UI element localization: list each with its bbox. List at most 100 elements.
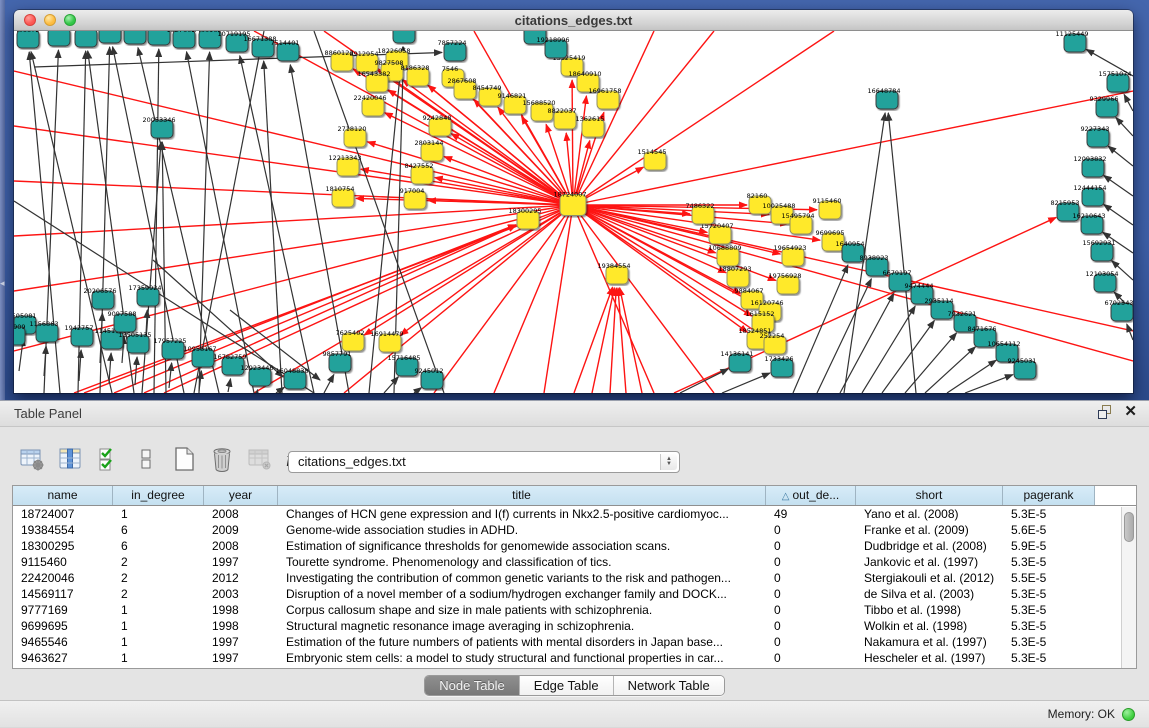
table-row[interactable]: 1872400712008Changes of HCN gene express…	[13, 506, 1136, 522]
selected-edge[interactable]	[494, 205, 573, 393]
edge[interactable]	[840, 293, 894, 393]
node-label: 15751074	[1098, 70, 1131, 78]
tab-network-table[interactable]: Network Table	[614, 676, 724, 695]
edge[interactable]	[965, 375, 1013, 393]
table-cell: 6	[113, 522, 204, 538]
network-canvas[interactable]: 1872400788601238912954182260589827508165…	[14, 31, 1133, 393]
table-row[interactable]: 1938455462009Genome-wide association stu…	[13, 522, 1136, 538]
edge[interactable]	[384, 377, 398, 393]
node-label: 2405572	[14, 31, 39, 34]
tab-node-table[interactable]: Node Table	[425, 676, 520, 695]
delete-columns-button[interactable]	[208, 445, 236, 473]
table-vertical-scrollbar[interactable]	[1121, 507, 1136, 668]
table-row[interactable]: 1456911722003Disruption of a novel membe…	[13, 586, 1136, 602]
edge[interactable]	[257, 390, 258, 393]
table-row[interactable]: 969969511998Structural magnetic resonanc…	[13, 618, 1136, 634]
table-row[interactable]: 1830029562008Estimation of significance …	[13, 538, 1136, 554]
selected-edge[interactable]	[574, 287, 613, 393]
node-label: 18226058	[377, 47, 410, 55]
node-label: 16543382	[357, 70, 390, 78]
table-cell: Estimation of the future numbers of pati…	[278, 634, 766, 650]
column-header-short[interactable]: short	[856, 486, 1003, 505]
edge[interactable]	[290, 65, 349, 393]
edge[interactable]	[947, 360, 996, 393]
close-panel-icon[interactable]: ✕	[1124, 405, 1137, 419]
node[interactable]	[393, 31, 415, 43]
column-header-out-de-[interactable]: △out_de...	[766, 486, 856, 505]
node[interactable]	[124, 31, 146, 44]
trash-icon	[209, 446, 235, 472]
edge[interactable]	[169, 363, 172, 388]
scrollbar-thumb[interactable]	[1124, 512, 1134, 542]
node-label: 1527602	[167, 31, 196, 34]
table-source-dropdown[interactable]: citations_edges.txt ▲▼	[288, 451, 680, 473]
node-table[interactable]: namein_degreeyeartitle△out_de...shortpag…	[12, 485, 1137, 669]
table-panel: Table Panel ✕	[0, 400, 1149, 700]
column-header-year[interactable]: year	[204, 486, 278, 505]
select-all-columns-button[interactable]	[94, 445, 122, 473]
edge[interactable]	[324, 374, 334, 393]
network-window-titlebar[interactable]: citations_edges.txt	[14, 10, 1133, 31]
node-label: 9884067	[735, 287, 764, 295]
table-cell: Jankovic et al. (1997)	[856, 554, 1003, 570]
edge[interactable]	[925, 347, 975, 393]
table-row[interactable]: 977716911998Corpus callosum shape and si…	[13, 602, 1136, 618]
selected-edge[interactable]	[14, 205, 573, 236]
table-cell: 49	[766, 506, 856, 522]
node[interactable]	[75, 31, 97, 47]
edge[interactable]	[1104, 204, 1133, 225]
selected-edge[interactable]	[573, 205, 1133, 361]
selected-edge[interactable]	[618, 288, 626, 393]
table-row[interactable]: 946554611997Estimation of the future num…	[13, 634, 1136, 650]
edge[interactable]	[240, 56, 314, 393]
table-cell: 9115460	[13, 554, 113, 570]
selected-edge[interactable]	[364, 205, 573, 335]
node-label: 8427552	[405, 162, 434, 170]
node-label: 7932621	[948, 310, 977, 318]
float-panel-icon[interactable]	[1098, 405, 1112, 419]
selected-edge[interactable]	[544, 205, 573, 393]
edge[interactable]	[276, 387, 284, 393]
edge[interactable]	[862, 306, 915, 393]
selected-edge[interactable]	[400, 205, 573, 335]
panel-collapse-arrow-icon[interactable]: ◂	[0, 276, 7, 290]
edge[interactable]	[1124, 94, 1133, 111]
edge[interactable]	[817, 279, 871, 393]
selected-edge[interactable]	[434, 205, 573, 393]
column-header-name[interactable]: name	[13, 486, 113, 505]
table-cell: Genome-wide association studies in ADHD.	[278, 522, 766, 538]
column-header-in-degree[interactable]: in_degree	[113, 486, 204, 505]
selected-edge[interactable]	[620, 288, 642, 393]
edge[interactable]	[680, 369, 728, 393]
edge[interactable]	[228, 379, 231, 392]
table-cell: 1	[113, 618, 204, 634]
table-cell: 5.3E-5	[1003, 618, 1095, 634]
show-columns-button[interactable]	[56, 445, 84, 473]
edge[interactable]	[1108, 146, 1133, 166]
tab-edge-table[interactable]: Edge Table	[520, 676, 614, 695]
edge[interactable]	[414, 388, 421, 393]
node-label: 9699695	[816, 229, 845, 237]
column-header-title[interactable]: title	[278, 486, 766, 505]
edge[interactable]	[793, 265, 848, 393]
edge[interactable]	[135, 357, 137, 385]
edge[interactable]	[888, 113, 916, 393]
create-new-column-button[interactable]	[170, 445, 198, 473]
table-row[interactable]: 2242004622012Investigating the contribut…	[13, 570, 1136, 586]
node[interactable]	[99, 31, 121, 43]
edge[interactable]	[1127, 324, 1133, 340]
edge[interactable]	[722, 373, 770, 393]
selected-edge[interactable]	[572, 80, 573, 205]
selected-edge[interactable]	[573, 205, 1133, 331]
edge[interactable]	[882, 321, 934, 393]
edge[interactable]	[1104, 175, 1133, 196]
edge[interactable]	[1116, 118, 1133, 136]
unselect-all-columns-button[interactable]	[132, 445, 160, 473]
node-label: 8454749	[473, 84, 502, 92]
table-row[interactable]: 911546021997Tourette syndrome. Phenomeno…	[13, 554, 1136, 570]
table-row[interactable]: 946362711997Embryonic stem cells: a mode…	[13, 650, 1136, 666]
column-header-pagerank[interactable]: pagerank	[1003, 486, 1095, 505]
network-view-window[interactable]: citations_edges.txt 18724007886012389129…	[14, 10, 1133, 393]
node[interactable]	[48, 31, 70, 46]
change-table-mode-button[interactable]	[18, 445, 46, 473]
